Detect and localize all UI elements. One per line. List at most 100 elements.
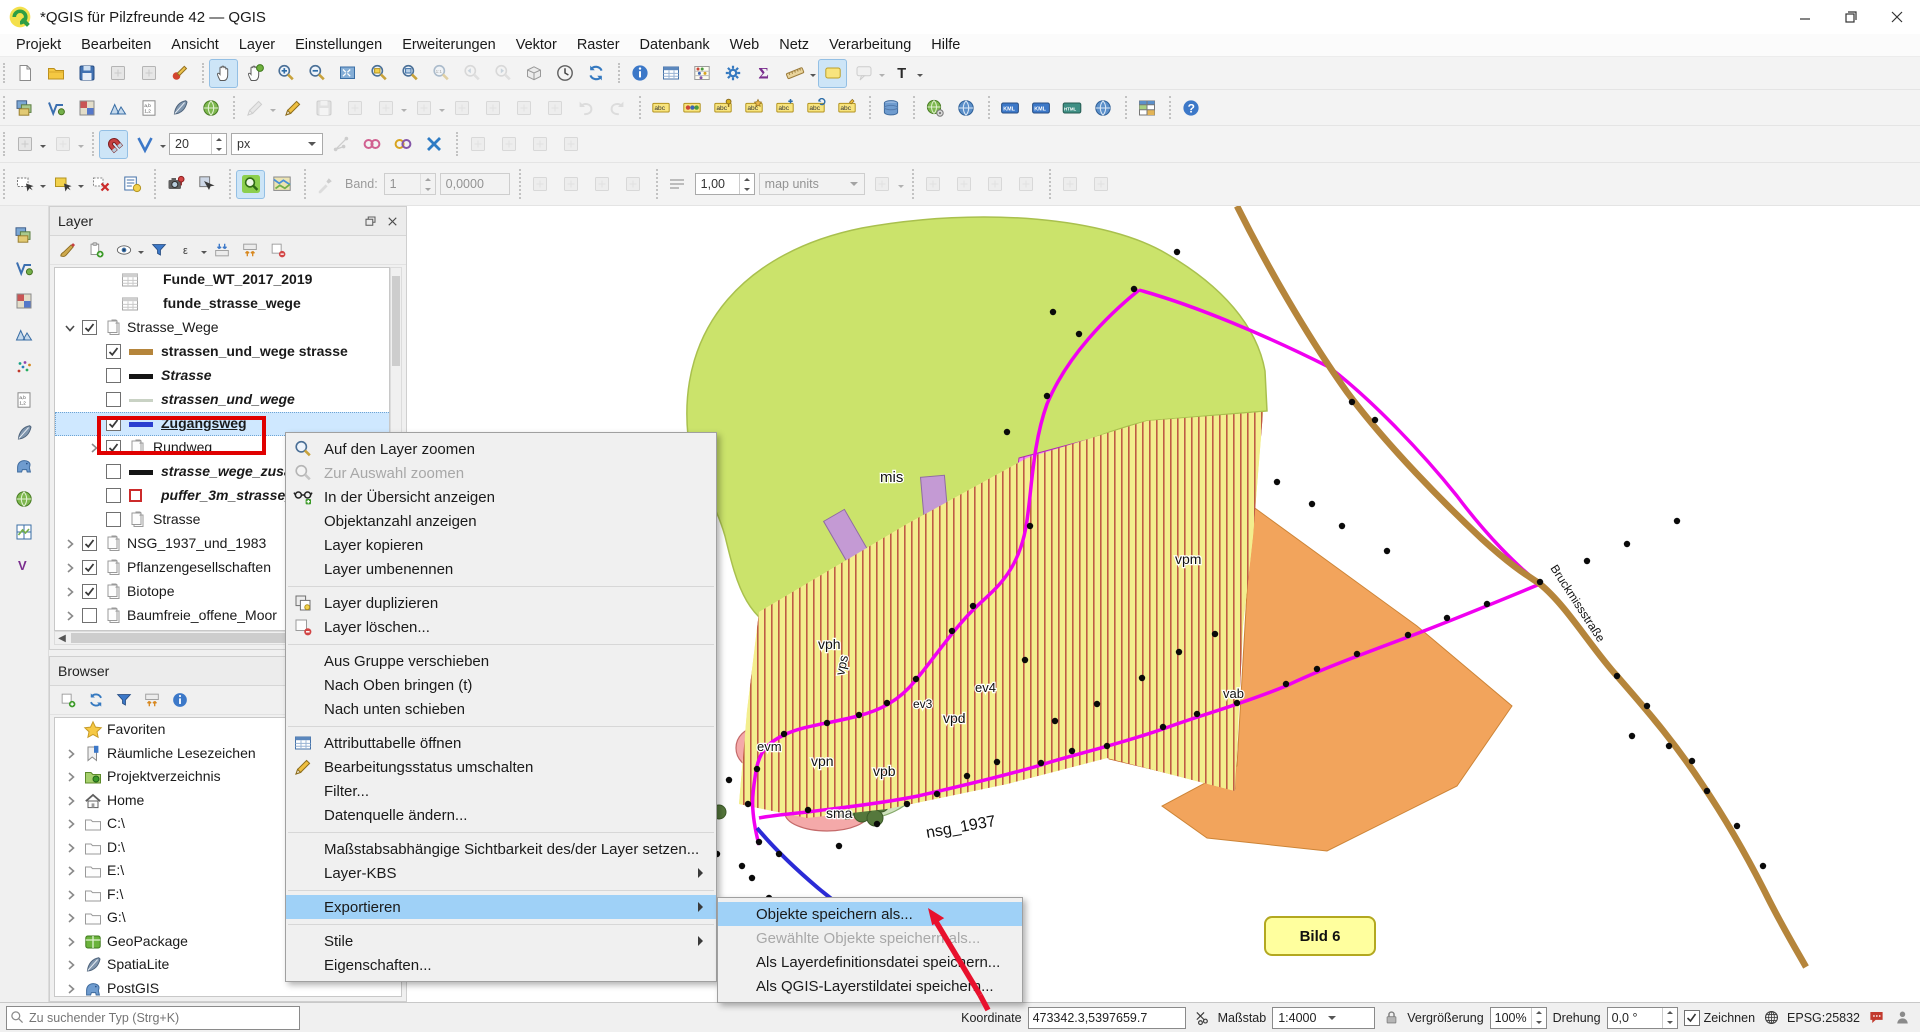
menu-item-nach-oben-bringen-t-[interactable]: Nach Oben bringen (t): [286, 673, 716, 697]
highlight-pinned-labels-icon[interactable]: abc: [739, 93, 768, 122]
expander-icon[interactable]: [63, 863, 79, 879]
float-panel-icon[interactable]: [360, 211, 380, 231]
menu-item-attributtabelle-öffnen[interactable]: Attributtabelle öffnen: [286, 731, 716, 755]
vertex-editor-icon[interactable]: [10, 130, 39, 159]
processing-toolbox-icon[interactable]: [718, 59, 747, 88]
measure-line-dropdown[interactable]: [810, 74, 816, 80]
menu-item-gewählte-objekte-speichern-als-[interactable]: Gewählte Objekte speichern als...: [718, 926, 1022, 950]
add-vector-layer-icon[interactable]: [10, 253, 39, 282]
zoom-next-icon[interactable]: [488, 59, 517, 88]
raster-value-field[interactable]: 0,0000: [440, 173, 510, 195]
expand-all-icon[interactable]: [209, 237, 235, 263]
web-map-export-icon[interactable]: [1088, 93, 1117, 122]
osm-place-search-icon[interactable]: [236, 170, 265, 199]
layer-item-funde-wt-2017-2019[interactable]: Funde_WT_2017_2019: [55, 268, 390, 292]
close-button[interactable]: [1874, 0, 1920, 34]
menu-item-exportieren[interactable]: Exportieren: [286, 895, 716, 919]
crs-icon[interactable]: [1761, 1008, 1781, 1028]
menu-item-als-qgis-layerstildatei-speichern-[interactable]: Als QGIS-Layerstildatei speichern...: [718, 974, 1022, 998]
expander-icon[interactable]: [62, 560, 78, 576]
menu-item-zur-auswahl-zoomen[interactable]: Zur Auswahl zoomen: [286, 461, 716, 485]
geometry-check-1-icon[interactable]: [463, 130, 492, 159]
menu-item-layer-duplizieren[interactable]: Layer duplizieren: [286, 591, 716, 615]
menu-item-bearbeitungsstatus-umschalten[interactable]: Bearbeitungsstatus umschalten: [286, 755, 716, 779]
menu-item-als-layerdefinitionsdatei-speichern-[interactable]: Als Layerdefinitionsdatei speichern...: [718, 950, 1022, 974]
expander-icon[interactable]: [63, 769, 79, 785]
zoom-in-icon[interactable]: [271, 59, 300, 88]
layer-visibility-checkbox[interactable]: [106, 392, 121, 407]
modify-attributes-dropdown[interactable]: [439, 109, 445, 115]
help-contents-icon[interactable]: ?: [1176, 93, 1205, 122]
open-layer-styling-icon[interactable]: [55, 237, 81, 263]
delete-selected-icon[interactable]: [447, 93, 476, 122]
measure-line-icon[interactable]: [780, 59, 809, 88]
data-source-manager-icon[interactable]: [10, 93, 39, 122]
open-project-icon[interactable]: [41, 59, 70, 88]
pan-map-icon[interactable]: [209, 59, 238, 88]
raster-stretch-icon[interactable]: [526, 170, 555, 199]
collapse-all-browser-icon[interactable]: [139, 687, 165, 713]
raster-contrast-icon[interactable]: [588, 170, 617, 199]
layer-visibility-checkbox[interactable]: [82, 536, 97, 551]
vertex-editor-dropdown[interactable]: [40, 145, 46, 151]
close-panel-icon[interactable]: [382, 211, 402, 231]
current-edits-icon[interactable]: [240, 93, 269, 122]
layer-visibility-checkbox[interactable]: [82, 584, 97, 599]
save-layer-edits-icon[interactable]: [309, 93, 338, 122]
enable-tracing-icon[interactable]: [419, 130, 448, 159]
filter-legend-icon[interactable]: [146, 237, 172, 263]
expander-icon[interactable]: [63, 934, 79, 950]
identify-features-icon[interactable]: [625, 59, 654, 88]
menu-item-eigenschaften-[interactable]: Eigenschaften...: [286, 953, 716, 977]
add-postgis-layer-icon[interactable]: [10, 451, 39, 480]
menu-item-aus-gruppe-verschieben[interactable]: Aus Gruppe verschieben: [286, 649, 716, 673]
expander-icon[interactable]: [62, 584, 78, 600]
add-mesh-layer-icon[interactable]: [103, 93, 132, 122]
layer-diagram-icon[interactable]: [677, 93, 706, 122]
menu-item-maßstabsabhängige-sichtbarkeit-des-der-layer-setzen-[interactable]: Maßstabsabhängige Sichtbarkeit des/der L…: [286, 837, 716, 861]
move-label-icon[interactable]: abc: [770, 93, 799, 122]
change-label-icon[interactable]: abc: [832, 93, 861, 122]
menu-vektor[interactable]: Vektor: [506, 35, 567, 55]
menu-item-layer-kbs[interactable]: Layer-KBS: [286, 861, 716, 885]
layer-visibility-checkbox[interactable]: [82, 608, 97, 623]
add-point-cloud-layer-icon[interactable]: [10, 352, 39, 381]
add-selected-layers-icon[interactable]: [55, 687, 81, 713]
vertex-tool-icon[interactable]: [371, 93, 400, 122]
copy-features-icon[interactable]: [509, 93, 538, 122]
decoration-3-icon[interactable]: [981, 170, 1010, 199]
expander-icon[interactable]: [63, 887, 79, 903]
add-virtual-layer-icon[interactable]: V: [10, 550, 39, 579]
menu-item-layer-umbenennen[interactable]: Layer umbenennen: [286, 557, 716, 581]
add-spatialite-layer-icon[interactable]: [165, 93, 194, 122]
add-delimited-text-layer-icon[interactable]: a,b1,2: [10, 385, 39, 414]
menu-netz[interactable]: Netz: [769, 35, 819, 55]
vertex-tool-dropdown[interactable]: [401, 109, 407, 115]
add-wms-layer-icon[interactable]: [10, 484, 39, 513]
show-properties-widget-icon[interactable]: [167, 687, 193, 713]
expander-icon[interactable]: [63, 746, 79, 762]
light-table-1-icon[interactable]: [1056, 170, 1085, 199]
temporal-controller-icon[interactable]: [550, 59, 579, 88]
new-3d-map-view-icon[interactable]: [519, 59, 548, 88]
topological-editing-icon[interactable]: [326, 130, 355, 159]
raster-value-picker-icon[interactable]: [311, 170, 340, 199]
snapping-mode-icon[interactable]: [130, 130, 159, 159]
html-image-export-icon[interactable]: HTML: [1057, 93, 1086, 122]
layer-visibility-checkbox[interactable]: [106, 512, 121, 527]
zoom-to-layer-icon[interactable]: [395, 59, 424, 88]
zoom-last-icon[interactable]: [457, 59, 486, 88]
layer-visibility-checkbox[interactable]: [82, 320, 97, 335]
expander-icon[interactable]: [63, 910, 79, 926]
select-by-form-icon[interactable]: [117, 170, 146, 199]
layer-item-strassen-und-wege[interactable]: strassen_und_wege: [55, 388, 390, 412]
snapping-units-combo[interactable]: px: [231, 133, 323, 155]
add-mesh-layer-icon[interactable]: [10, 319, 39, 348]
save-project-icon[interactable]: [72, 59, 101, 88]
new-annotation-dropdown[interactable]: [879, 74, 885, 80]
filter-browser-icon[interactable]: [111, 687, 137, 713]
manage-map-themes-icon[interactable]: [111, 237, 137, 263]
menu-raster[interactable]: Raster: [567, 35, 630, 55]
layer-visibility-checkbox[interactable]: [82, 560, 97, 575]
new-print-layout-icon[interactable]: [103, 59, 132, 88]
